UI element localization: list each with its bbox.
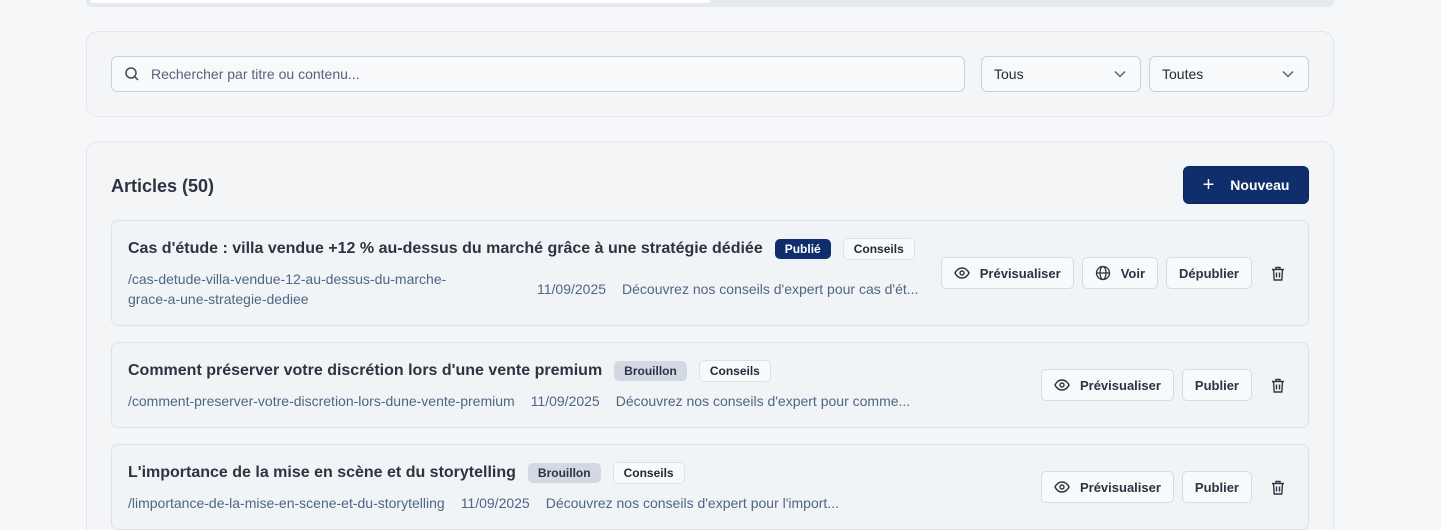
search-input[interactable] bbox=[151, 66, 931, 82]
eye-icon bbox=[1054, 379, 1070, 391]
unpublish-button[interactable]: Dépublier bbox=[1166, 257, 1252, 289]
article-date: 11/09/2025 bbox=[537, 281, 607, 297]
preview-label: Prévisualiser bbox=[979, 265, 1061, 281]
view-button[interactable]: Voir bbox=[1081, 257, 1159, 289]
status-badge: Publié bbox=[774, 239, 831, 259]
globe-icon bbox=[1095, 265, 1110, 281]
category-filter-value: Toutes bbox=[1162, 66, 1204, 82]
article-slug: /comment-preserver-votre-discretion-lors… bbox=[128, 393, 515, 409]
article-row[interactable]: Comment préserver votre discrétion lors … bbox=[111, 342, 1309, 428]
trash-icon bbox=[1272, 378, 1284, 393]
status-filter-value: Tous bbox=[994, 66, 1024, 82]
search-box[interactable] bbox=[111, 56, 965, 92]
preview-button[interactable]: Prévisualiser bbox=[1040, 471, 1174, 503]
article-slug-line: grace-a-une-strategie-dediee bbox=[128, 291, 309, 307]
article-title[interactable]: Comment préserver votre discrétion lors … bbox=[128, 362, 602, 380]
article-slug: /cas-detude-villa-vendue-12-au-dessus-du… bbox=[128, 269, 537, 309]
preview-label: Prévisualiser bbox=[1079, 479, 1161, 495]
eye-icon bbox=[1054, 481, 1070, 493]
chevron-down-icon bbox=[1282, 70, 1294, 78]
preview-label: Prévisualiser bbox=[1079, 377, 1161, 393]
publish-button[interactable]: Publier bbox=[1181, 471, 1252, 503]
delete-button[interactable] bbox=[1264, 369, 1292, 401]
article-excerpt: Découvrez nos conseils d'expert pour cas… bbox=[622, 281, 919, 297]
trash-icon bbox=[1272, 266, 1284, 281]
article-title[interactable]: L'importance de la mise en scène et du s… bbox=[128, 464, 516, 482]
publish-label: Publier bbox=[1194, 479, 1239, 495]
view-label: Voir bbox=[1120, 265, 1146, 281]
article-slug: /limportance-de-la-mise-en-scene-et-du-s… bbox=[128, 495, 445, 511]
category-filter-select[interactable]: Toutes bbox=[1149, 56, 1309, 92]
preview-button[interactable]: Prévisualiser bbox=[940, 257, 1074, 289]
status-badge: Brouillon bbox=[614, 361, 687, 381]
article-excerpt: Découvrez nos conseils d'expert pour com… bbox=[615, 393, 911, 409]
delete-button[interactable] bbox=[1264, 471, 1292, 503]
plus-icon: + bbox=[1202, 174, 1215, 196]
category-badge: Conseils bbox=[698, 360, 771, 382]
article-row[interactable]: Cas d'étude : villa vendue +12 % au-dess… bbox=[111, 220, 1309, 326]
articles-card: Articles (50) + Nouveau Cas d'étude : vi… bbox=[86, 141, 1334, 530]
preview-button[interactable]: Prévisualiser bbox=[1040, 369, 1174, 401]
chevron-down-icon bbox=[1114, 70, 1126, 78]
publish-label: Publier bbox=[1194, 377, 1239, 393]
status-badge: Brouillon bbox=[527, 463, 601, 483]
filter-card: Tous Toutes bbox=[86, 31, 1334, 117]
category-badge: Conseils bbox=[842, 238, 915, 260]
article-excerpt: Découvrez nos conseils d'expert pour l'i… bbox=[545, 495, 839, 511]
delete-button[interactable] bbox=[1264, 257, 1292, 289]
top-panel-fill bbox=[90, 0, 710, 3]
top-scroll-panel bbox=[86, 0, 1334, 7]
article-date: 11/09/2025 bbox=[460, 495, 530, 511]
article-date: 11/09/2025 bbox=[530, 393, 600, 409]
new-article-label: Nouveau bbox=[1230, 177, 1290, 193]
unpublish-label: Dépublier bbox=[1179, 265, 1239, 281]
status-filter-select[interactable]: Tous bbox=[981, 56, 1141, 92]
eye-icon bbox=[953, 267, 970, 279]
article-row[interactable]: L'importance de la mise en scène et du s… bbox=[111, 444, 1309, 530]
trash-icon bbox=[1272, 480, 1284, 495]
publish-button[interactable]: Publier bbox=[1181, 369, 1252, 401]
article-slug-line: /cas-detude-villa-vendue-12-au-dessus-du… bbox=[128, 271, 447, 287]
new-article-button[interactable]: + Nouveau bbox=[1183, 166, 1309, 204]
search-icon bbox=[125, 67, 139, 81]
article-title[interactable]: Cas d'étude : villa vendue +12 % au-dess… bbox=[128, 240, 763, 258]
category-badge: Conseils bbox=[612, 462, 685, 484]
articles-heading: Articles (50) bbox=[111, 176, 215, 196]
